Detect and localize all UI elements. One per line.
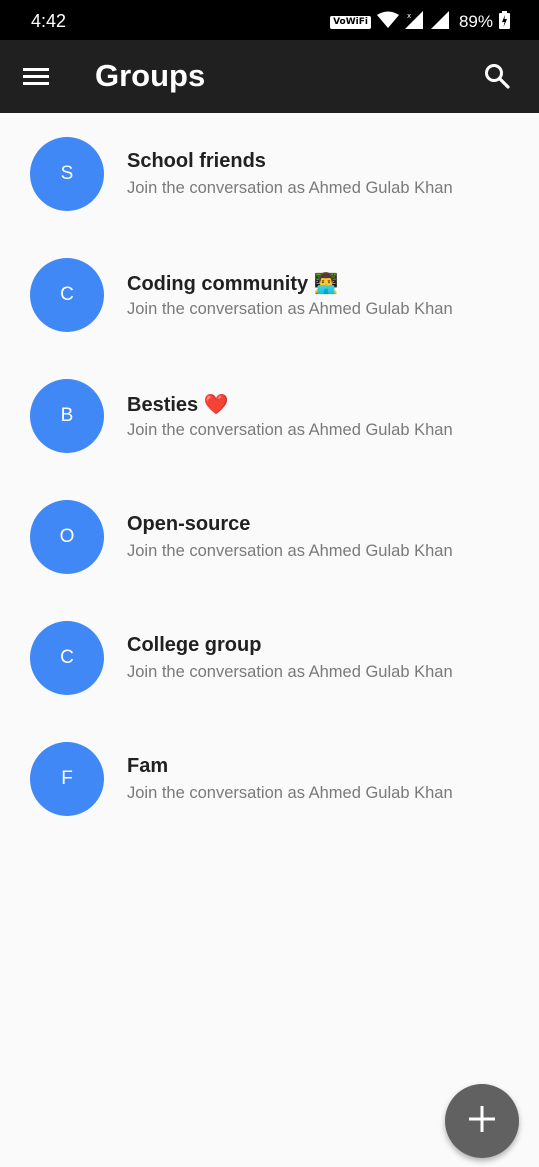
group-name: College group [127,634,262,656]
avatar-initial: O [59,526,75,547]
group-subtitle: Join the conversation as Ahmed Gulab Kha… [127,300,453,318]
add-group-button[interactable] [445,1084,519,1158]
group-subtitle: Join the conversation as Ahmed Gulab Kha… [127,784,453,802]
group-name: Fam [127,755,169,777]
vowifi-badge: VoWiFi [330,15,371,29]
status-bar: 4:42 VoWiFi x 89% [0,0,539,44]
group-name: Besties ❤️ [127,394,229,416]
page-title: Groups [95,58,206,93]
group-name: Open-source [127,513,251,535]
group-subtitle: Join the conversation as Ahmed Gulab Kha… [127,542,453,560]
app-bar: Groups [0,40,539,113]
avatar-initial: C [60,284,74,305]
battery-charging-icon [499,10,510,34]
battery-percent: 89% [458,12,493,31]
group-item-besties[interactable]: B Besties ❤️ Join the conversation as Ah… [0,355,539,476]
plus-icon [468,1105,496,1138]
avatar: O [30,500,104,574]
group-subtitle: Join the conversation as Ahmed Gulab Kha… [127,421,453,439]
avatar: C [30,621,104,695]
search-button[interactable] [477,58,517,98]
avatar-initial: F [61,768,73,789]
avatar-initial: S [60,163,74,184]
avatar: B [30,379,104,453]
group-item-college-group[interactable]: C College group Join the conversation as… [0,597,539,718]
search-icon [484,63,510,94]
group-item-open-source[interactable]: O Open-source Join the conversation as A… [0,476,539,597]
avatar: F [30,742,104,816]
group-item-fam[interactable]: F Fam Join the conversation as Ahmed Gul… [0,718,539,839]
status-icons: VoWiFi x 89% [330,10,510,34]
group-name: Coding community 👨‍💻 [127,273,339,295]
group-subtitle: Join the conversation as Ahmed Gulab Kha… [127,179,453,197]
avatar: S [30,137,104,211]
svg-text:x: x [407,12,411,20]
avatar-initial: B [60,405,74,426]
group-item-school-friends[interactable]: S School friends Join the conversation a… [0,113,539,234]
wifi-icon [376,11,399,34]
menu-button[interactable] [16,58,56,98]
avatar: C [30,258,104,332]
group-list: S School friends Join the conversation a… [0,113,539,839]
avatar-initial: C [60,647,74,668]
status-time: 4:42 [31,11,67,31]
group-item-coding-community[interactable]: C Coding community 👨‍💻 Join the conversa… [0,234,539,355]
group-name: School friends [127,150,266,172]
hamburger-menu-icon [23,66,49,91]
group-subtitle: Join the conversation as Ahmed Gulab Kha… [127,663,453,681]
signal-icon: x [404,10,425,34]
signal-icon-2 [430,10,449,34]
